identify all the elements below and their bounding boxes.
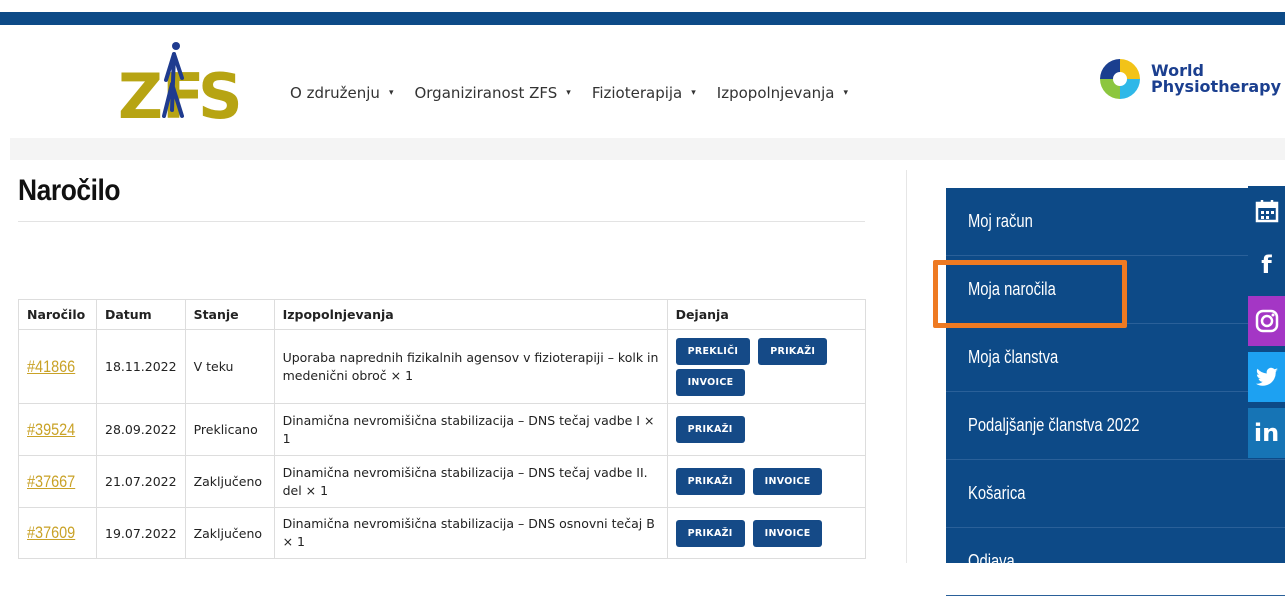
sidebar-item-label: Moj račun xyxy=(968,211,1033,231)
sidebar-item-podaljsanje[interactable]: Podaljšanje članstva 2022 xyxy=(946,392,1285,460)
caret-down-icon: ▾ xyxy=(691,88,696,98)
cancel-button[interactable]: PREKLIČI xyxy=(675,337,751,365)
order-status: Zaključeno xyxy=(184,507,275,559)
nav-item-label: O združenju xyxy=(290,84,380,102)
order-status: Zaključeno xyxy=(184,455,275,508)
column-divider xyxy=(906,170,907,563)
order-product: Dinamična nevromišična stabilizacija – D… xyxy=(273,455,668,508)
view-button[interactable]: PRIKAŽI xyxy=(675,468,745,495)
orders-table: Naročilo Datum Stanje Izpopolnjevanja De… xyxy=(18,299,867,559)
twitter-icon[interactable] xyxy=(1248,352,1285,402)
sidebar-item-label: Podaljšanje članstva 2022 xyxy=(968,415,1140,435)
sidebar-item-label: Odjava xyxy=(968,551,1015,571)
account-sidebar: Moj račun Moja naročila Moja članstva Po… xyxy=(946,188,1285,596)
order-product: Uporaba naprednih fizikalnih agensov v f… xyxy=(273,329,668,404)
order-link[interactable]: #37609 xyxy=(27,523,75,543)
col-header-date: Datum xyxy=(96,299,186,330)
partner-line2: Physiotherapy xyxy=(1151,77,1282,96)
table-row: #41866 18.11.2022 V teku Uporaba napredn… xyxy=(18,329,867,404)
order-date: 18.11.2022 xyxy=(96,329,186,404)
order-product: Dinamična nevromišična stabilizacija – D… xyxy=(273,403,668,456)
nav-item-label: Organiziranost ZFS xyxy=(414,84,558,102)
sidebar-item-label: Košarica xyxy=(968,483,1026,503)
order-status: Preklicano xyxy=(184,403,275,456)
view-button[interactable]: PRIKAŽI xyxy=(675,416,745,443)
invoice-button[interactable]: INVOICE xyxy=(752,468,823,495)
nav-item-o-zdruzenju[interactable]: O združenju ▾ xyxy=(290,84,393,102)
order-status: V teku xyxy=(184,329,275,404)
top-accent-bar xyxy=(0,12,1285,25)
order-link[interactable]: #41866 xyxy=(27,357,75,377)
sidebar-item-label: Moja naročila xyxy=(968,279,1056,299)
order-date: 28.09.2022 xyxy=(96,403,186,456)
invoice-button[interactable]: INVOICE xyxy=(752,519,823,547)
facebook-icon[interactable]: f xyxy=(1248,240,1285,290)
caret-down-icon: ▾ xyxy=(843,88,849,98)
order-link[interactable]: #37667 xyxy=(27,472,75,492)
svg-text:S: S xyxy=(198,60,243,122)
col-header-products: Izpopolnjevanja xyxy=(273,299,668,330)
nav-item-fizioterapija[interactable]: Fizioterapija ▾ xyxy=(592,84,696,102)
sidebar-item-moj-racun[interactable]: Moj račun xyxy=(946,188,1285,256)
col-header-actions: Dejanja xyxy=(666,299,867,330)
nav-item-izpopolnjevanja[interactable]: Izpopolnjevanja ▾ xyxy=(717,84,848,102)
nav-item-label: Izpopolnjevanja xyxy=(716,84,835,102)
sidebar-item-moja-narocila[interactable]: Moja naročila xyxy=(946,256,1285,324)
linkedin-glyph: in xyxy=(1253,419,1280,447)
zfs-logo[interactable]: Z F S xyxy=(118,40,246,122)
sidebar-item-moja-clanstva[interactable]: Moja članstva xyxy=(946,324,1285,392)
sidebar-item-label: Moja članstva xyxy=(968,347,1059,367)
header-divider xyxy=(10,138,1285,160)
sidebar-item-odjava[interactable]: Odjava xyxy=(946,528,1285,596)
table-row: #37609 19.07.2022 Zaključeno Dinamična n… xyxy=(18,507,867,559)
col-header-status: Stanje xyxy=(184,299,275,330)
main-nav: O združenju ▾ Organiziranost ZFS ▾ Fizio… xyxy=(290,84,869,102)
nav-item-label: Fizioterapija xyxy=(591,84,683,102)
caret-down-icon: ▾ xyxy=(566,88,571,98)
view-button[interactable]: PRIKAŽI xyxy=(758,337,828,365)
order-date: 21.07.2022 xyxy=(96,455,186,508)
table-row: #37667 21.07.2022 Zaključeno Dinamična n… xyxy=(18,455,867,508)
nav-item-organiziranost[interactable]: Organiziranost ZFS ▾ xyxy=(414,84,570,102)
order-date: 19.07.2022 xyxy=(96,507,186,559)
instagram-icon[interactable] xyxy=(1248,296,1285,346)
view-button[interactable]: PRIKAŽI xyxy=(675,519,745,547)
table-header-row: Naročilo Datum Stanje Izpopolnjevanja De… xyxy=(18,299,867,330)
caret-down-icon: ▾ xyxy=(388,88,394,98)
table-row: #39524 28.09.2022 Preklicano Dinamična n… xyxy=(18,403,867,456)
title-divider xyxy=(18,221,865,222)
facebook-glyph: f xyxy=(1261,251,1272,279)
page-title: Naročilo xyxy=(18,174,121,207)
calendar-icon[interactable] xyxy=(1248,186,1285,236)
linkedin-icon[interactable]: in xyxy=(1248,408,1285,458)
svg-text:Z: Z xyxy=(118,60,161,122)
order-product: Dinamična nevromišična stabilizacija – D… xyxy=(273,507,668,559)
world-physiotherapy-logo[interactable]: World Physiotherapy xyxy=(1097,56,1281,102)
invoice-button[interactable]: INVOICE xyxy=(675,368,746,396)
order-link[interactable]: #39524 xyxy=(27,420,75,440)
world-physiotherapy-icon xyxy=(1100,59,1140,99)
sidebar-item-kosarica[interactable]: Košarica xyxy=(946,460,1285,528)
col-header-order: Naročilo xyxy=(18,299,97,330)
